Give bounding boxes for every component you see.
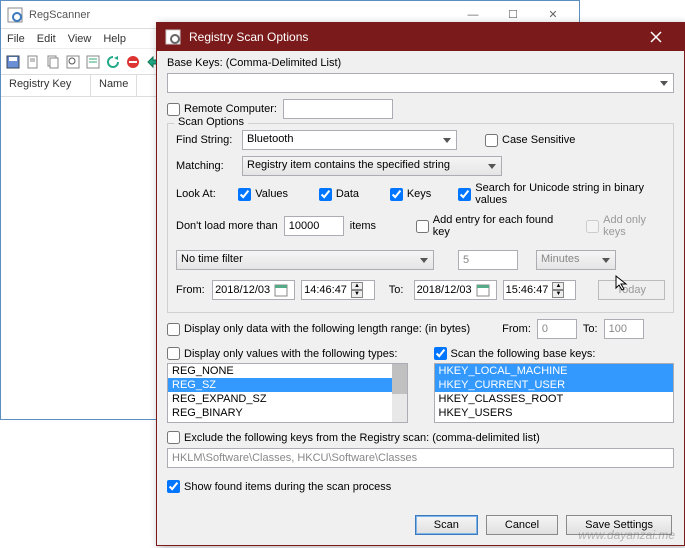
props-icon[interactable] xyxy=(85,54,101,70)
length-from-label: From: xyxy=(502,323,531,335)
list-item[interactable]: REG_EXPAND_SZ xyxy=(168,392,407,406)
find-string-combo[interactable]: Bluetooth xyxy=(242,130,457,150)
base-keys-label: Base Keys: (Comma-Delimited List) xyxy=(167,57,341,69)
stop-icon[interactable] xyxy=(125,54,141,70)
column-name[interactable]: Name xyxy=(91,75,137,96)
scan-base-checkbox[interactable]: Scan the following base keys: xyxy=(434,347,675,360)
matching-label: Matching: xyxy=(176,160,236,172)
exclude-checkbox[interactable]: Exclude the following keys from the Regi… xyxy=(167,431,540,444)
to-label: To: xyxy=(389,284,408,296)
list-item[interactable]: HKEY_CURRENT_USER xyxy=(435,378,674,392)
dont-load-label: Don't load more than xyxy=(176,220,278,232)
list-item[interactable]: HKEY_USERS xyxy=(435,406,674,420)
length-to-label: To: xyxy=(583,323,598,335)
menu-edit[interactable]: Edit xyxy=(37,33,56,45)
items-label: items xyxy=(350,220,376,232)
remote-computer-checkbox[interactable]: Remote Computer: xyxy=(167,103,277,116)
case-sensitive-checkbox[interactable]: Case Sensitive xyxy=(485,134,575,147)
add-only-keys-checkbox: Add only keys xyxy=(586,214,665,238)
matching-combo[interactable]: Registry item contains the specified str… xyxy=(242,156,502,176)
time-unit-combo: Minutes xyxy=(536,250,616,270)
types-listbox[interactable]: REG_NONE REG_SZ REG_EXPAND_SZ REG_BINARY… xyxy=(167,363,408,423)
to-date-input[interactable]: 2018/12/03 xyxy=(414,280,497,300)
look-at-label: Look At: xyxy=(176,188,232,200)
add-entry-checkbox[interactable]: Add entry for each found key xyxy=(416,214,561,238)
time-n-input xyxy=(458,250,518,270)
refresh-icon[interactable] xyxy=(105,54,121,70)
exclude-input xyxy=(167,448,674,468)
data-checkbox[interactable]: Data xyxy=(319,188,359,201)
close-icon xyxy=(650,31,662,43)
column-registry-key[interactable]: Registry Key xyxy=(1,75,91,96)
dialog-titlebar: Registry Scan Options xyxy=(157,23,684,51)
list-item[interactable]: HKEY_LOCAL_MACHINE xyxy=(435,364,674,378)
find-icon[interactable] xyxy=(65,54,81,70)
remote-computer-input[interactable] xyxy=(283,99,393,119)
scan-button[interactable]: Scan xyxy=(415,515,478,535)
find-string-label: Find String: xyxy=(176,134,236,146)
show-found-checkbox[interactable]: Show found items during the scan process xyxy=(167,480,391,493)
scan-base-listbox[interactable]: HKEY_LOCAL_MACHINE HKEY_CURRENT_USER HKE… xyxy=(434,363,675,423)
base-keys-combo[interactable] xyxy=(167,73,674,93)
scrollbar[interactable] xyxy=(392,364,407,422)
scan-options-legend: Scan Options xyxy=(174,116,248,128)
copy-icon[interactable] xyxy=(45,54,61,70)
menu-file[interactable]: File xyxy=(7,33,25,45)
values-checkbox[interactable]: Values xyxy=(238,188,288,201)
from-date-input[interactable]: 2018/12/03 xyxy=(212,280,295,300)
list-item[interactable]: REG_SZ xyxy=(168,378,407,392)
calendar-icon xyxy=(274,283,288,297)
app-icon xyxy=(7,7,23,23)
scan-options-group: Scan Options Find String: Bluetooth Case… xyxy=(167,123,674,313)
list-item[interactable]: HKEY_CURRENT_CONFIG xyxy=(435,420,674,423)
time-filter-combo[interactable]: No time filter xyxy=(176,250,434,270)
spinner-icon[interactable]: ▲▼ xyxy=(351,282,363,298)
dialog-title: Registry Scan Options xyxy=(189,30,636,44)
cancel-button[interactable]: Cancel xyxy=(486,515,558,535)
menu-help[interactable]: Help xyxy=(103,33,126,45)
unicode-checkbox[interactable]: Search for Unicode string in binary valu… xyxy=(458,182,665,206)
list-item[interactable]: REG_NONE xyxy=(168,364,407,378)
registry-scan-options-dialog: Registry Scan Options Base Keys: (Comma-… xyxy=(156,22,685,546)
length-to-input xyxy=(604,319,644,339)
dialog-close-button[interactable] xyxy=(636,23,676,51)
from-time-input[interactable]: 14:46:47▲▼ xyxy=(301,280,375,300)
save-icon[interactable] xyxy=(5,54,21,70)
types-checkbox[interactable]: Display only values with the following t… xyxy=(167,347,408,360)
spinner-icon[interactable]: ▲▼ xyxy=(552,282,564,298)
from-label: From: xyxy=(176,284,206,296)
to-time-input[interactable]: 15:46:47▲▼ xyxy=(503,280,577,300)
calendar-icon xyxy=(476,283,490,297)
menu-view[interactable]: View xyxy=(68,33,92,45)
dialog-icon xyxy=(165,29,181,45)
length-from-input xyxy=(537,319,577,339)
save-settings-button[interactable]: Save Settings xyxy=(566,515,672,535)
list-item[interactable]: HKEY_CLASSES_ROOT xyxy=(435,392,674,406)
list-item[interactable]: REG_DWORD xyxy=(168,420,407,423)
keys-checkbox[interactable]: Keys xyxy=(390,188,431,201)
app-title: RegScanner xyxy=(29,9,453,21)
list-item[interactable]: REG_BINARY xyxy=(168,406,407,420)
today-button: Today xyxy=(598,280,665,300)
max-items-input[interactable] xyxy=(284,216,344,236)
doc-icon[interactable] xyxy=(25,54,41,70)
length-range-checkbox[interactable]: Display only data with the following len… xyxy=(167,323,470,336)
